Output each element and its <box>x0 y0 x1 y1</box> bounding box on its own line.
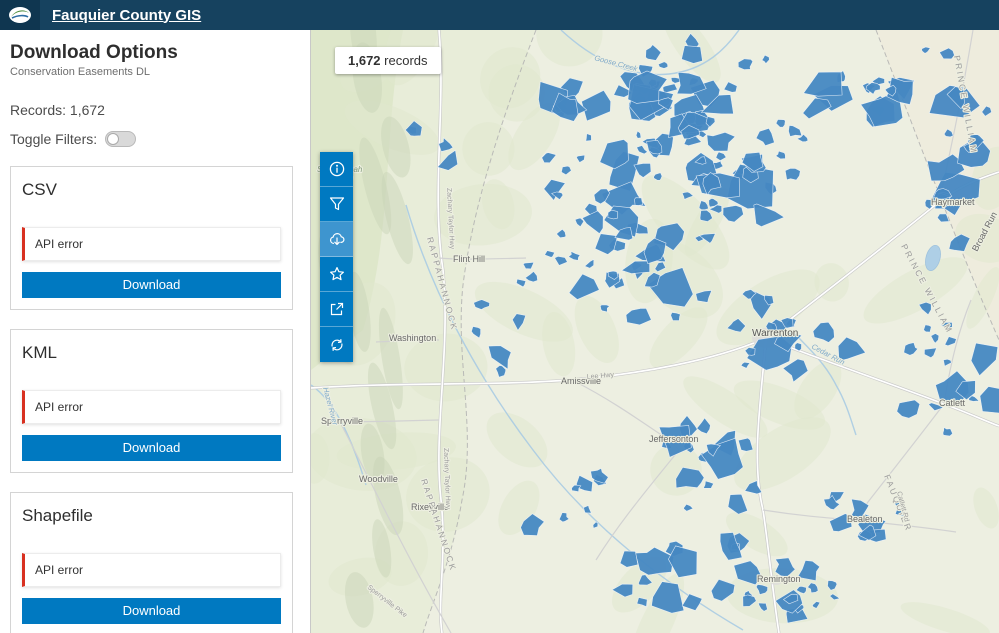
info-icon <box>328 160 346 178</box>
csv-download-button[interactable]: Download <box>22 272 281 298</box>
filter-icon <box>328 195 346 213</box>
kml-download-button[interactable]: Download <box>22 435 281 461</box>
map-image[interactable]: ShenandoahNationalParkFlint HillWashingt… <box>311 30 999 633</box>
shapefile-error-message: API error <box>22 553 281 587</box>
app-header: Fauquier County GIS <box>0 0 999 30</box>
download-button[interactable] <box>320 222 353 257</box>
svg-text:Sperryville: Sperryville <box>321 416 363 426</box>
svg-text:Woodville: Woodville <box>359 474 398 484</box>
shapefile-card-title: Shapefile <box>22 506 281 526</box>
info-button[interactable] <box>320 152 353 187</box>
records-badge-count: 1,672 <box>348 53 381 68</box>
sync-button[interactable] <box>320 327 353 362</box>
kml-card-title: KML <box>22 343 281 363</box>
svg-text:Catlett: Catlett <box>939 398 966 408</box>
shapefile-card: Shapefile API error Download <box>10 492 293 633</box>
app-title-link[interactable]: Fauquier County GIS <box>52 7 201 24</box>
csv-card: CSV API error Download <box>10 166 293 310</box>
svg-text:Remington: Remington <box>757 574 801 584</box>
records-count: Records: 1,672 <box>10 102 293 118</box>
star-icon <box>328 265 346 283</box>
export-icon <box>328 300 346 318</box>
download-icon <box>328 230 346 248</box>
panel-subtitle: Conservation Easements DL <box>10 66 293 78</box>
svg-text:Haymarket: Haymarket <box>931 197 975 207</box>
svg-text:Jeffersonton: Jeffersonton <box>649 434 698 444</box>
favorites-button[interactable] <box>320 257 353 292</box>
download-panel: Download Options Conservation Easements … <box>0 30 311 633</box>
export-button[interactable] <box>320 292 353 327</box>
filter-button[interactable] <box>320 187 353 222</box>
toggle-filters-label: Toggle Filters: <box>10 131 97 147</box>
county-logo-icon <box>7 5 33 25</box>
panel-title: Download Options <box>10 42 293 64</box>
svg-text:Flint Hill: Flint Hill <box>453 254 485 264</box>
county-logo <box>0 0 40 30</box>
records-badge-label: records <box>381 53 428 68</box>
sync-icon <box>328 336 346 354</box>
kml-error-message: API error <box>22 390 281 424</box>
csv-error-message: API error <box>22 227 281 261</box>
records-badge: 1,672 records <box>335 47 441 74</box>
svg-text:Bealeton: Bealeton <box>847 514 883 524</box>
svg-text:Warrenton: Warrenton <box>752 328 798 339</box>
map-toolbar <box>320 152 353 362</box>
map-canvas[interactable]: ShenandoahNationalParkFlint HillWashingt… <box>311 30 999 633</box>
shapefile-download-button[interactable]: Download <box>22 598 281 624</box>
csv-card-title: CSV <box>22 180 281 200</box>
toggle-knob <box>107 133 119 145</box>
kml-card: KML API error Download <box>10 329 293 473</box>
svg-text:Washington: Washington <box>389 333 436 343</box>
toggle-filters-switch[interactable] <box>105 131 136 147</box>
